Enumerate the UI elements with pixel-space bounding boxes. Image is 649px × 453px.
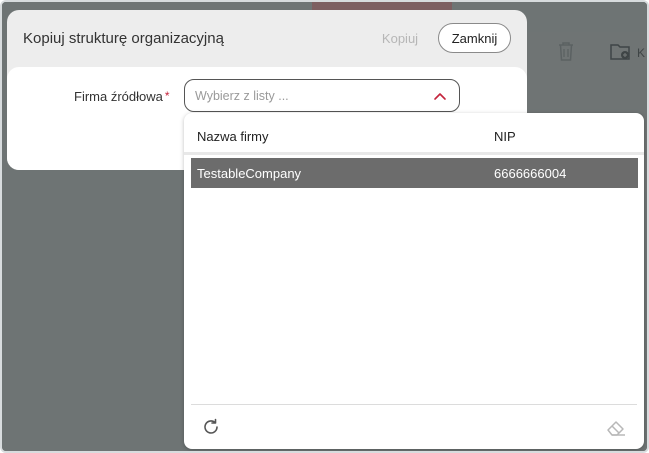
background-accent-bar — [312, 2, 452, 10]
required-marker: * — [164, 89, 170, 103]
dialog-header: Kopiuj strukturę organizacyjną Kopiuj Za… — [7, 10, 527, 67]
column-header-company-name: Nazwa firmy — [197, 129, 269, 144]
source-company-label: Firma źródłowa * — [74, 89, 170, 104]
dialog-title: Kopiuj strukturę organizacyjną — [23, 30, 224, 47]
background-label: K — [637, 46, 646, 60]
screenshot-frame: K Kopiuj strukturę organizacyjną Kopiuj … — [0, 0, 649, 453]
company-dropdown: Nazwa firmy NIP TestableCompany 66666660… — [184, 113, 644, 449]
source-company-label-text: Firma źródłowa — [74, 89, 163, 104]
folder-add-icon — [610, 42, 632, 62]
row-company-name: TestableCompany — [197, 166, 302, 181]
dropdown-header: Nazwa firmy NIP — [184, 113, 644, 155]
trash-icon — [557, 40, 575, 62]
select-placeholder: Wybierz z listy ... — [195, 89, 289, 103]
dropdown-row[interactable]: TestableCompany 6666666004 — [191, 158, 638, 188]
close-button[interactable]: Zamknij — [438, 23, 511, 53]
eraser-icon[interactable] — [605, 417, 627, 437]
column-header-nip: NIP — [494, 129, 516, 144]
refresh-icon[interactable] — [201, 417, 221, 437]
copy-button[interactable]: Kopiuj — [369, 23, 431, 53]
source-company-select[interactable]: Wybierz z listy ... — [184, 79, 460, 112]
row-nip: 6666666004 — [494, 166, 567, 181]
chevron-up-icon[interactable] — [433, 89, 447, 103]
dropdown-footer — [191, 404, 637, 449]
